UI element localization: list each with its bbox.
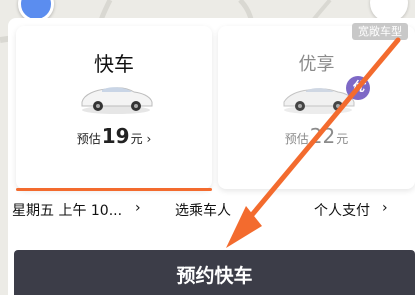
book-express-button[interactable]: 预约快车 <box>14 250 415 295</box>
price-suffix: 元 <box>130 132 143 146</box>
price-estimate: 预估22元 <box>218 124 415 148</box>
price-prefix: 预估 <box>76 132 101 146</box>
car-icon <box>81 87 153 114</box>
price-value: 22 <box>309 124 336 148</box>
price-prefix: 预估 <box>284 132 309 146</box>
chevron-right-icon: › <box>382 200 388 216</box>
ride-options-row: 星期五 上午 10... › 选乘车人 个人支付 › <box>0 190 415 226</box>
price-estimate: 预估19元 › <box>16 124 212 148</box>
card-comfort[interactable]: 优享 优 预估22元 <box>218 26 415 189</box>
schedule-time-selector[interactable]: 星期五 上午 10... <box>12 200 122 220</box>
payment-selector[interactable]: 个人支付 <box>314 200 370 220</box>
comfort-badge-icon: 优 <box>346 76 370 100</box>
price-value: 19 <box>101 124 130 148</box>
card-express[interactable]: 快车 预估19元 › <box>16 26 212 191</box>
passenger-selector[interactable]: 选乘车人 <box>175 200 231 220</box>
wide-car-chip: 宽敞车型 <box>352 23 408 40</box>
card-title: 优享 <box>298 54 335 75</box>
price-suffix: 元 <box>336 132 349 146</box>
chevron-right-icon: › <box>146 132 152 146</box>
card-title: 快车 <box>94 52 134 76</box>
chevron-right-icon: › <box>135 200 141 216</box>
